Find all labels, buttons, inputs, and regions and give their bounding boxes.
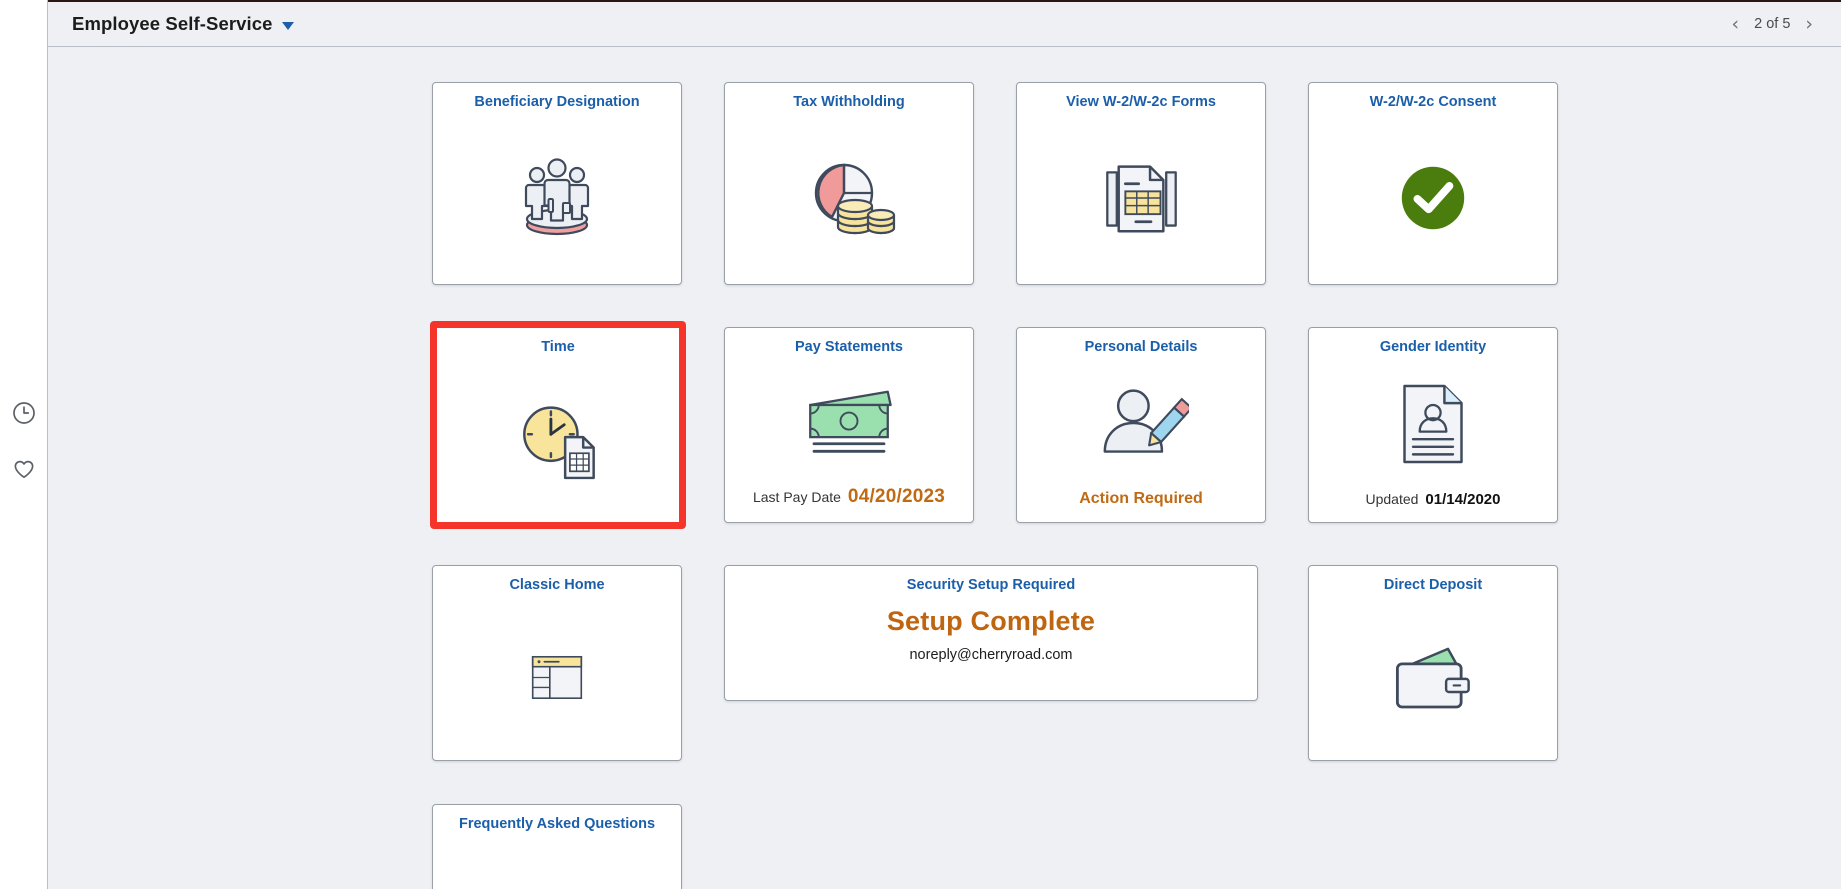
heart-icon[interactable]: [11, 456, 37, 482]
setup-status-headline: Setup Complete: [886, 605, 1096, 636]
clock-icon[interactable]: [11, 400, 37, 426]
tile-time-content: Time: [437, 328, 679, 522]
tile-w2-w2c-consent[interactable]: W-2/W-2c Consent: [1308, 82, 1558, 285]
page-title: Employee Self-Service: [72, 13, 273, 34]
tile-footer: Last Pay Date 04/20/2023: [725, 486, 973, 522]
tile-personal-details[interactable]: Personal Details Action Required: [1016, 327, 1266, 523]
chevron-left-icon[interactable]: ‹: [1732, 14, 1740, 34]
classic-window-icon: [433, 594, 681, 760]
tile-frequently-asked-questions[interactable]: Frequently Asked Questions: [432, 804, 682, 889]
homepage-selector[interactable]: Employee Self-Service: [72, 13, 294, 35]
pagination-label: 2 of 5: [1754, 16, 1791, 32]
tile-classic-home[interactable]: Classic Home: [432, 565, 682, 761]
main-column: Employee Self-Service ‹ 2 of 5 › Benefic…: [48, 0, 1841, 889]
tile-title: Pay Statements: [795, 339, 903, 355]
page-header: Employee Self-Service ‹ 2 of 5 ›: [48, 0, 1841, 47]
security-setup-body: Setup Complete noreply@cherryroad.com: [725, 594, 1257, 700]
tile-footer: Action Required: [1017, 490, 1265, 522]
tile-title: Direct Deposit: [1383, 577, 1483, 593]
tile-time[interactable]: Time: [430, 321, 686, 529]
tile-title: View W-2/W-2c Forms: [1066, 94, 1216, 110]
tile-title: Time: [541, 339, 575, 355]
tile-title: Beneficiary Designation: [474, 94, 640, 110]
updated-label: Updated: [1365, 490, 1419, 507]
person-pencil-icon: [1017, 356, 1265, 490]
banknote-icon: [725, 356, 973, 487]
status-badge: Action Required: [1079, 490, 1203, 508]
tile-canvas: Beneficiary Designation Tax Withholding …: [48, 47, 1841, 889]
tile-beneficiary-designation[interactable]: Beneficiary Designation: [432, 82, 682, 285]
tile-direct-deposit[interactable]: Direct Deposit: [1308, 565, 1558, 761]
tile-footer: Updated 01/14/2020: [1309, 490, 1557, 523]
tile-security-setup-required[interactable]: Security Setup Required Setup Complete n…: [724, 565, 1258, 701]
pie-chart-coins-icon: [725, 111, 973, 284]
left-rail: [0, 0, 48, 889]
tile-title: Frequently Asked Questions: [458, 816, 656, 832]
tile-gender-identity[interactable]: Gender Identity Updated 01/14/2020: [1308, 327, 1558, 523]
open-book-bookmark-icon: [433, 833, 681, 889]
left-rail-icon-group: [0, 400, 48, 482]
tile-pay-statements[interactable]: Pay Statements Last Pay Date 04/20/2023: [724, 327, 974, 523]
tile-title: Security Setup Required: [906, 577, 1076, 593]
tile-tax-withholding[interactable]: Tax Withholding: [724, 82, 974, 285]
tile-title: Classic Home: [509, 577, 605, 593]
tile-view-w2-w2c-forms[interactable]: View W-2/W-2c Forms: [1016, 82, 1266, 285]
tile-title: Tax Withholding: [793, 94, 905, 110]
caret-down-icon[interactable]: [281, 21, 294, 30]
tile-title: W-2/W-2c Consent: [1369, 94, 1497, 110]
setup-email: noreply@cherryroad.com: [909, 646, 1073, 663]
stacked-documents-grid-icon: [1017, 111, 1265, 284]
id-document-icon: [1309, 356, 1557, 491]
wallet-icon: [1309, 594, 1557, 760]
green-check-circle-icon: [1309, 111, 1557, 284]
clock-document-icon: [437, 356, 679, 522]
tile-title: Personal Details: [1084, 339, 1198, 355]
chevron-right-icon[interactable]: ›: [1805, 14, 1813, 34]
three-people-pedestal-icon: [433, 111, 681, 284]
last-pay-date-label: Last Pay Date: [752, 489, 841, 506]
pagination: ‹ 2 of 5 ›: [1732, 14, 1824, 34]
employee-self-service-page: Employee Self-Service ‹ 2 of 5 › Benefic…: [0, 0, 1841, 889]
last-pay-date-value: 04/20/2023: [847, 486, 946, 508]
tile-title: Gender Identity: [1379, 339, 1487, 355]
updated-value: 01/14/2020: [1425, 490, 1501, 508]
